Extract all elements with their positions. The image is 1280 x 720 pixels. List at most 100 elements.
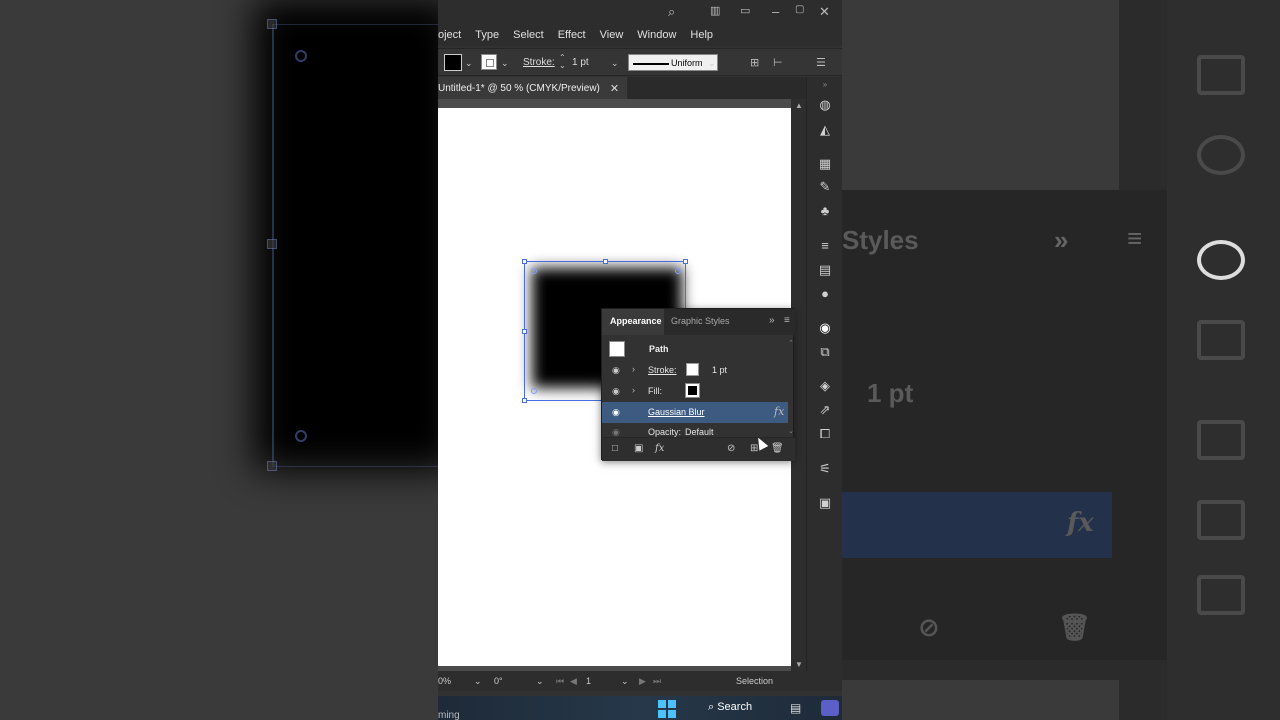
minimize-icon[interactable]: – [772, 4, 779, 19]
menu-effect[interactable]: Effect [558, 29, 586, 41]
maximize-icon[interactable]: ▢ [795, 4, 804, 15]
expand-arrow-icon[interactable]: › [632, 385, 635, 395]
chevron-down-icon[interactable]: ⌄ [621, 676, 629, 687]
add-new-fill-icon[interactable]: ▣ [634, 443, 643, 454]
align-icon[interactable]: ⊞ [750, 56, 759, 69]
artboard-number[interactable]: 1 [586, 676, 591, 686]
panel-menu-icon[interactable]: ≡ [784, 315, 790, 326]
stroke-icon[interactable]: ≡ [817, 238, 833, 254]
tab-appearance[interactable]: Appearance [610, 316, 662, 326]
scroll-up-icon[interactable]: ▲ [795, 101, 803, 110]
chevron-down-icon[interactable]: ⌄ [536, 676, 544, 687]
arrange-documents-icon[interactable]: ▥ [710, 4, 720, 17]
appearance-icon[interactable]: ◉ [817, 320, 833, 336]
search-icon[interactable]: ⌕ [668, 4, 675, 20]
expand-arrow-icon[interactable]: › [632, 364, 635, 374]
brushes-icon[interactable]: ✎ [817, 179, 833, 195]
opacity-row-value[interactable]: Default [685, 427, 714, 437]
graphic-styles-icon[interactable]: ⧉ [817, 344, 833, 360]
stroke-label[interactable]: Stroke: [523, 57, 555, 68]
collapse-dock-icon[interactable]: » [817, 77, 833, 93]
taskbar-search-button[interactable]: ⌕ Search [708, 701, 752, 714]
close-window-icon[interactable]: ✕ [819, 4, 830, 20]
artboards-icon[interactable]: ⧠ [817, 426, 833, 442]
visibility-eye-icon[interactable]: ◉ [612, 386, 620, 397]
fill-swatch[interactable] [444, 54, 462, 71]
panel-options-icon[interactable]: ☰ [816, 56, 826, 69]
visibility-eye-icon[interactable]: ◉ [612, 365, 620, 376]
transparency-icon[interactable]: ● [817, 286, 833, 302]
last-artboard-icon[interactable]: ⏭ [653, 676, 661, 687]
menu-type[interactable]: Type [475, 29, 499, 41]
windows-start-icon[interactable] [658, 700, 676, 718]
libraries-icon[interactable]: ▣ [817, 495, 833, 511]
properties-icon[interactable]: ⚟ [817, 461, 833, 477]
document-tab[interactable]: Untitled-1* @ 50 % (CMYK/Preview) ✕ [438, 77, 628, 99]
chevron-down-icon[interactable]: ⌄ [611, 58, 619, 69]
menu-help[interactable]: Help [690, 29, 713, 41]
stroke-row-label[interactable]: Stroke: [648, 365, 677, 375]
panel-scrollbar[interactable]: ⌃ ⌄ [788, 339, 795, 437]
add-new-stroke-icon[interactable]: □ [612, 443, 618, 454]
visibility-eye-icon[interactable]: ◉ [612, 427, 620, 437]
stroke-weight-field[interactable]: 1 pt [572, 57, 589, 68]
previous-artboard-icon[interactable]: ◀ [570, 676, 577, 687]
workspace-icon[interactable]: ▭ [740, 4, 750, 17]
gaussian-blur-row[interactable]: ◉ Gaussian Blur fx [602, 402, 788, 423]
fill-row[interactable]: ◉ › Fill: [602, 381, 788, 402]
chevron-down-icon[interactable]: ⌄ [465, 58, 473, 69]
close-tab-icon[interactable]: ✕ [610, 82, 619, 95]
anchor-point[interactable] [675, 268, 681, 274]
stroke-stepper-icon[interactable]: ⌃ ⌄ [559, 54, 566, 70]
blurred-shape [255, 0, 438, 470]
collapse-panel-icon[interactable]: » [769, 315, 775, 326]
stroke-row-value[interactable]: 1 pt [712, 365, 727, 375]
resize-handle[interactable] [522, 259, 527, 264]
resize-handle[interactable] [603, 259, 608, 264]
gradient-icon[interactable]: ▤ [817, 262, 833, 278]
chevron-down-icon[interactable]: ⌄ [501, 58, 509, 69]
transform-icon[interactable]: ⊢ [773, 56, 783, 69]
anchor-point[interactable] [531, 388, 537, 394]
rotation-value[interactable]: 0° [494, 676, 503, 686]
tab-graphic-styles[interactable]: Graphic Styles [671, 316, 730, 326]
scroll-down-icon[interactable]: ⌄ [788, 427, 794, 435]
layers-icon[interactable]: ◈ [817, 378, 833, 394]
fill-color-swatch[interactable] [685, 383, 700, 398]
effect-row-label[interactable]: Gaussian Blur [648, 407, 705, 417]
color-icon[interactable]: ◭ [817, 122, 833, 138]
resize-handle[interactable] [522, 329, 527, 334]
add-new-effect-icon[interactable]: fx [655, 443, 664, 454]
visibility-eye-icon[interactable]: ◉ [612, 407, 620, 418]
menu-view[interactable]: View [600, 29, 624, 41]
chevron-down-icon[interactable]: ⌄ [708, 58, 716, 69]
stroke-color-swatch[interactable] [686, 363, 699, 376]
resize-handle[interactable] [522, 398, 527, 403]
chevron-down-icon[interactable]: ⌄ [474, 676, 482, 687]
stroke-profile-dropdown[interactable]: Uniform [628, 54, 718, 71]
symbols-icon[interactable]: ♣ [817, 203, 833, 219]
task-view-icon[interactable]: ▤ [790, 701, 801, 715]
color-guide-icon[interactable]: ◍ [817, 97, 833, 113]
menu-object[interactable]: oject [438, 29, 461, 41]
menu-window[interactable]: Window [637, 29, 676, 41]
menu-select[interactable]: Select [513, 29, 544, 41]
first-artboard-icon[interactable]: ⏮ [556, 676, 564, 687]
stroke-row[interactable]: ◉ › Stroke: 1 pt [602, 360, 788, 381]
fx-icon[interactable]: fx [774, 405, 784, 418]
scroll-up-icon[interactable]: ⌃ [788, 339, 794, 347]
export-icon[interactable]: ⇗ [817, 402, 833, 418]
opacity-row-label[interactable]: Opacity: [648, 427, 681, 437]
stroke-swatch[interactable] [481, 54, 497, 70]
anchor-point[interactable] [531, 268, 537, 274]
resize-handle[interactable] [683, 259, 688, 264]
swatches-icon[interactable]: ▦ [817, 156, 833, 172]
next-artboard-icon[interactable]: ▶ [639, 676, 646, 687]
scroll-down-icon[interactable]: ▼ [795, 660, 803, 669]
fill-row-label[interactable]: Fill: [648, 386, 662, 396]
delete-item-icon[interactable]: 🗑 [771, 443, 784, 454]
teams-icon[interactable] [821, 700, 839, 716]
blurred-dock-icon [1197, 55, 1245, 95]
clear-appearance-icon[interactable]: ⊘ [727, 443, 735, 454]
zoom-level[interactable]: 0% [438, 676, 451, 686]
